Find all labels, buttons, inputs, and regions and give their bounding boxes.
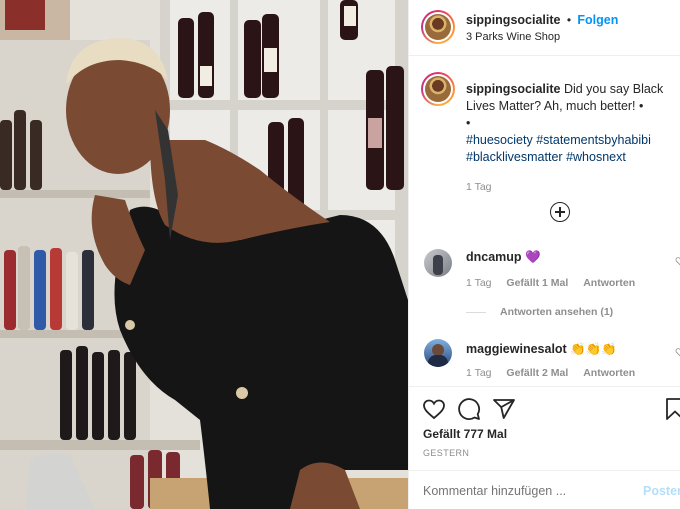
comments-list[interactable]: sippingsocialite Did you say Black Lives… — [409, 57, 680, 385]
reply-button[interactable]: Antworten — [583, 367, 635, 379]
caption-bullet: • — [466, 116, 471, 130]
comment-text: 👏👏👏 — [570, 342, 617, 356]
likes-count[interactable]: Gefällt 777 Mal — [423, 427, 507, 441]
comment-heart-icon[interactable] — [675, 256, 680, 266]
comment-icon[interactable] — [457, 397, 481, 421]
hashtag-link[interactable]: #whosnext — [566, 150, 626, 164]
heart-icon[interactable] — [422, 397, 446, 421]
add-comments-icon[interactable] — [550, 202, 570, 222]
comment-meta: 1 Tag Gefällt 2 Mal Antworten — [466, 367, 647, 379]
add-comment-bar: Posten — [409, 470, 680, 509]
follow-button[interactable]: Folgen — [577, 13, 618, 27]
view-replies-button[interactable]: Antworten ansehen (1) — [466, 306, 613, 318]
comment-input[interactable] — [423, 484, 623, 498]
hashtag-link[interactable]: #huesociety — [466, 133, 533, 147]
avatar-image — [425, 76, 451, 102]
comment-meta: 1 Tag Gefällt 1 Mal Antworten — [466, 277, 647, 289]
post-comment-button[interactable]: Posten — [643, 484, 680, 498]
post-location[interactable]: 3 Parks Wine Shop — [466, 31, 560, 43]
comment-likes[interactable]: Gefällt 2 Mal — [506, 367, 568, 379]
caption-time[interactable]: 1 Tag — [466, 179, 671, 196]
comment-text: 💜 — [525, 250, 541, 264]
commenter-username[interactable]: maggiewinesalot — [466, 342, 567, 356]
caption-author-avatar[interactable] — [421, 72, 455, 106]
photo-illustration — [0, 0, 408, 509]
post-photo[interactable] — [0, 0, 408, 509]
commenter-avatar[interactable] — [424, 339, 452, 367]
action-bar: Gefällt 777 Mal GESTERN — [409, 386, 680, 464]
comment-heart-icon[interactable] — [675, 347, 680, 357]
caption: sippingsocialite Did you say Black Lives… — [466, 81, 671, 196]
caption-username[interactable]: sippingsocialite — [466, 82, 560, 96]
post-date[interactable]: GESTERN — [423, 448, 469, 458]
post-side-panel: sippingsocialite • Folgen 3 Parks Wine S… — [408, 0, 680, 509]
comment-time[interactable]: 1 Tag — [466, 367, 492, 379]
avatar-image — [425, 14, 451, 40]
bookmark-icon[interactable] — [663, 397, 680, 421]
commenter-username[interactable]: dncamup — [466, 250, 522, 264]
comment-likes[interactable]: Gefällt 1 Mal — [506, 277, 568, 289]
comment-time[interactable]: 1 Tag — [466, 277, 492, 289]
reply-button[interactable]: Antworten — [583, 277, 635, 289]
hashtag-link[interactable]: #statementsbyhabibi — [536, 133, 651, 147]
commenter-avatar[interactable] — [424, 249, 452, 277]
post-header: sippingsocialite • Folgen 3 Parks Wine S… — [409, 0, 680, 56]
separator-dot: • — [566, 13, 572, 27]
share-icon[interactable] — [492, 397, 516, 421]
author-avatar[interactable] — [421, 10, 455, 44]
author-username[interactable]: sippingsocialite — [466, 13, 560, 27]
hashtag-link[interactable]: #blacklivesmatter — [466, 150, 563, 164]
